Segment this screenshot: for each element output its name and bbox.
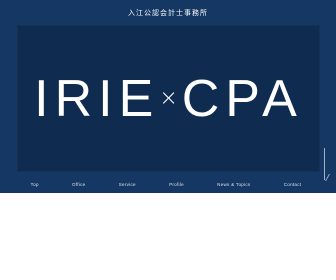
nav-item-service[interactable]: Service <box>119 182 136 187</box>
site-title: 入江公認会計士事務所 <box>128 9 208 17</box>
nav-item-news-topics[interactable]: News & Topics <box>217 182 250 187</box>
nav-item-top[interactable]: Top <box>31 182 39 187</box>
nav-item-profile[interactable]: Profile <box>169 182 184 187</box>
logo[interactable]: IRIE × CPA <box>17 69 320 129</box>
logo-cpa: CPA <box>181 70 303 128</box>
nav-item-office[interactable]: Office <box>72 182 85 187</box>
main-nav: Top Office Service Profile News & Topics… <box>0 178 336 190</box>
logo-times: × <box>159 86 178 111</box>
nav-item-contact[interactable]: Contact <box>284 182 302 187</box>
logo-irie: IRIE <box>34 70 160 128</box>
hero-banner: IRIE × CPA <box>17 25 320 172</box>
